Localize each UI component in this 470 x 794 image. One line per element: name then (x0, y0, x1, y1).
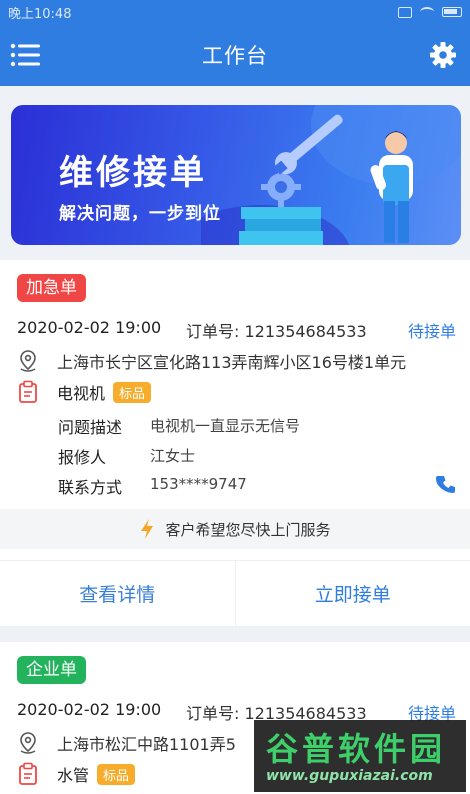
order-item-name: 水管 (57, 766, 90, 785)
wifi-icon (420, 7, 434, 17)
company-tag: 企业单 (17, 656, 86, 684)
order-item-row: 电视机 标品 (17, 378, 152, 406)
notification-icon (398, 6, 412, 18)
watermark-url: www.gupuxiazai.com (266, 768, 433, 784)
accept-order-button[interactable]: 立即接单 (236, 561, 470, 626)
menu-button[interactable] (10, 40, 42, 70)
reporter-label: 报修人 (58, 448, 107, 467)
problem-label: 问题描述 (58, 418, 123, 437)
order-address-row: 上海市长宁区宣化路113弄南辉小区16号楼1单元 (17, 348, 457, 374)
order-item-name: 电视机 (57, 384, 106, 403)
status-bar: 晚上10:48 (0, 0, 470, 24)
app-bar: 工作台 (0, 24, 470, 86)
view-detail-button[interactable]: 查看详情 (0, 561, 236, 626)
order-address: 上海市长宁区宣化路113弄南辉小区16号楼1单元 (57, 353, 407, 372)
contact-value: 153****9747 (150, 475, 247, 493)
promo-banner[interactable]: 维修接单 解决问题，一步到位 (11, 105, 461, 245)
clipboard-icon (19, 762, 37, 785)
reporter-value: 江女士 (150, 447, 196, 465)
phone-icon (436, 476, 455, 493)
problem-value: 电视机一直显示无信号 (150, 417, 301, 435)
gear-icon (430, 42, 456, 68)
watermark-name: 谷普软件园 (266, 730, 447, 768)
order-status[interactable]: 待接单 (408, 318, 456, 342)
standard-badge: 标品 (97, 763, 136, 785)
order-datetime: 2020-02-02 19:00 (17, 318, 162, 337)
call-button[interactable] (435, 474, 457, 500)
settings-button[interactable] (428, 40, 458, 70)
clipboard-icon (19, 380, 37, 403)
service-tip-text: 客户希望您尽快上门服务 (165, 520, 331, 539)
urgent-tag: 加急单 (17, 274, 86, 302)
contact-label: 联系方式 (58, 478, 123, 497)
lightning-icon (141, 519, 154, 539)
order-actions: 查看详情 立即接单 (0, 560, 470, 626)
service-tip: 客户希望您尽快上门服务 (0, 509, 470, 549)
battery-icon (442, 7, 462, 17)
location-icon (20, 350, 36, 372)
status-time: 晚上10:48 (8, 6, 72, 22)
order-number: 订单号: 121354684533 (186, 322, 367, 341)
order-card[interactable]: 加急单 2020-02-02 19:00 订单号: 121354684533 待… (0, 260, 470, 626)
banner-title: 维修接单 (59, 153, 207, 193)
standard-badge: 标品 (113, 381, 152, 403)
site-watermark: 谷普软件园 www.gupuxiazai.com (254, 720, 466, 792)
menu-icon (10, 43, 40, 67)
repair-worker-illustration (201, 105, 461, 245)
order-item-row: 水管 标品 (17, 760, 136, 788)
page-title: 工作台 (202, 44, 268, 68)
location-icon (20, 732, 36, 754)
order-datetime: 2020-02-02 19:00 (17, 700, 162, 719)
banner-subtitle: 解决问题，一步到位 (59, 204, 221, 224)
